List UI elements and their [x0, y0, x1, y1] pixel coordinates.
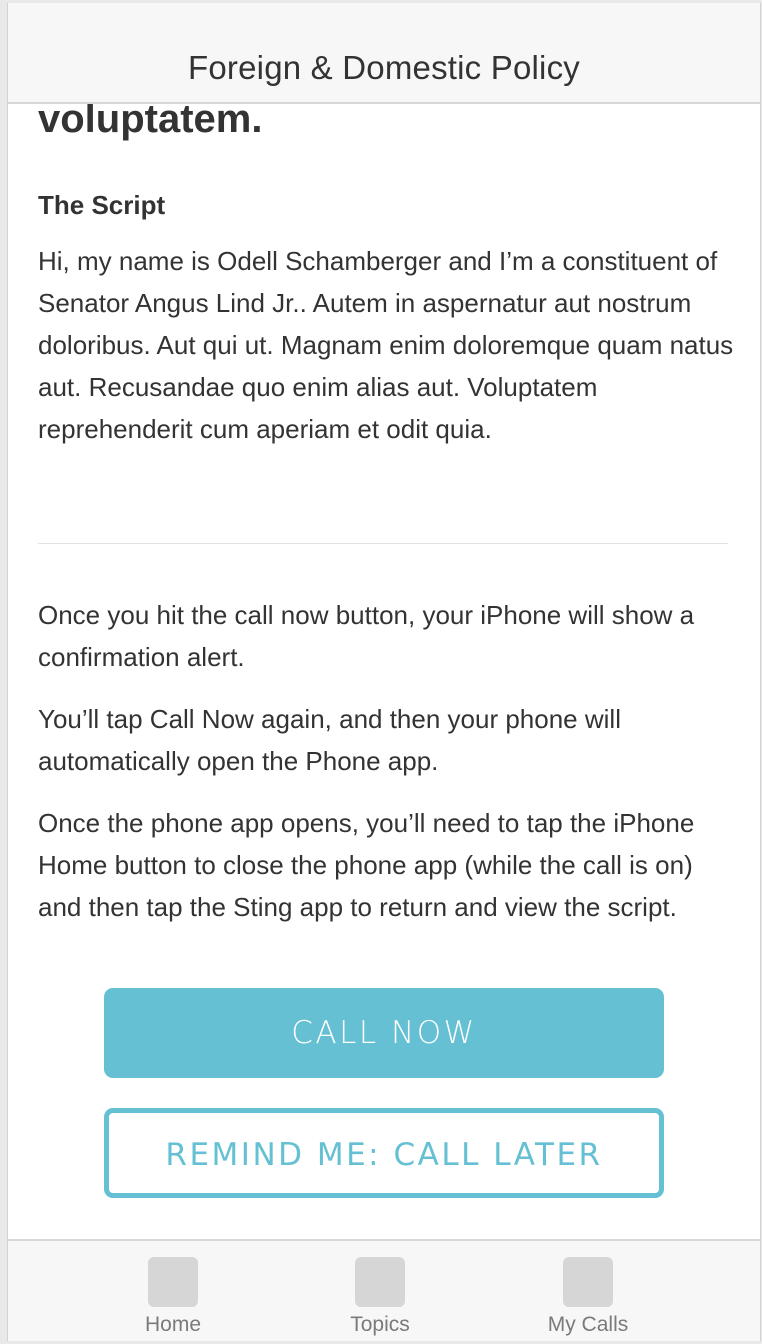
scroll-content[interactable]: voluptatem. The Script Hi, my name is Od…: [8, 3, 760, 1241]
remind-me-button[interactable]: REMIND ME: CALL LATER: [104, 1108, 664, 1198]
page-title: Foreign & Domestic Policy: [188, 49, 580, 86]
instruction-confirmation: Once you hit the call now button, your i…: [38, 600, 695, 672]
tab-label: My Calls: [547, 1313, 629, 1336]
tab-label: Topics: [350, 1313, 410, 1336]
tab-my-calls[interactable]: My Calls: [508, 1241, 668, 1341]
call-now-button[interactable]: CALL NOW: [104, 988, 664, 1078]
script-heading: The Script: [38, 190, 166, 220]
script-body: Hi, my name is Odell Schamberger and I’m…: [38, 246, 734, 444]
tab-label: Home: [144, 1313, 202, 1336]
home-icon: [148, 1257, 198, 1307]
app-frame: voluptatem. The Script Hi, my name is Od…: [7, 3, 761, 1341]
tab-topics[interactable]: Topics: [300, 1241, 460, 1341]
divider: [38, 543, 728, 544]
topics-icon: [355, 1257, 405, 1307]
my-calls-icon: [563, 1257, 613, 1307]
tab-home[interactable]: Home: [93, 1241, 253, 1341]
instruction-home-button: Once the phone app opens, you’ll need to…: [38, 808, 695, 922]
instruction-call-now-again: You’ll tap Call Now again, and then your…: [38, 704, 621, 776]
tab-bar: Home Topics My Calls: [8, 1239, 760, 1341]
navigation-bar: Foreign & Domestic Policy: [8, 3, 760, 104]
